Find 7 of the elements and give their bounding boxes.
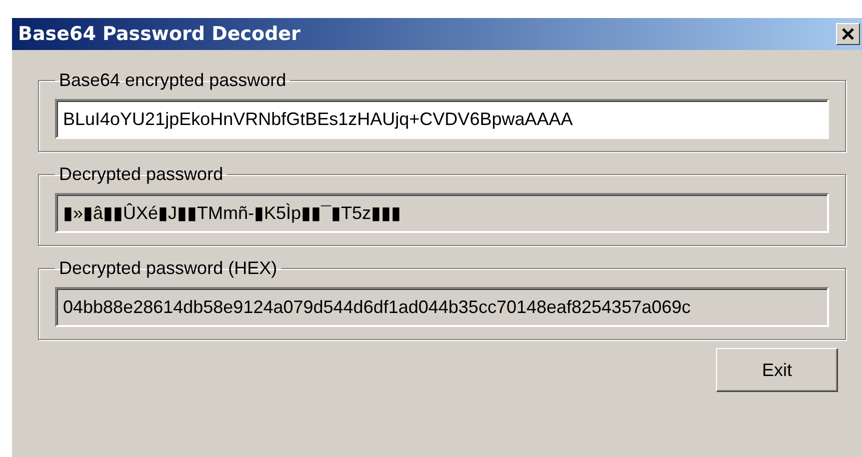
close-icon[interactable] [836,23,860,45]
window-title: Base64 Password Decoder [18,23,300,45]
exit-button[interactable]: Exit [716,348,838,392]
input-field[interactable]: BLuI4oYU21jpEkoHnVRNbfGtBEs1zHAUjq+CVDV6BpwaAAAA [55,99,829,139]
group-label: Decrypted password [58,164,224,185]
group-label: Decrypted password (HEX) [58,258,278,279]
group-label: Base64 encrypted password [58,70,288,91]
